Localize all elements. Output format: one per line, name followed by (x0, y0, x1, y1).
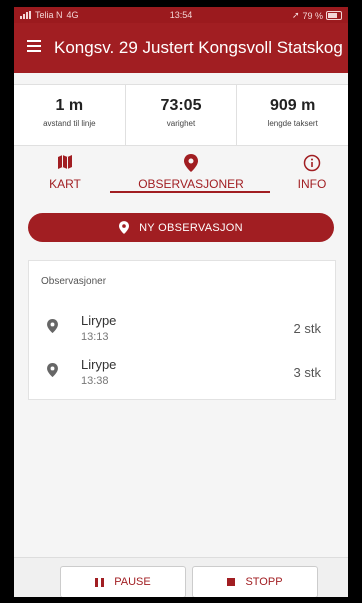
location-arrow-icon: ➚ (291, 10, 300, 20)
battery-percent: 79 % (302, 10, 323, 21)
stat-length-value: 909 m (269, 97, 316, 114)
app-screen: Telia N 4G 13:54 ➚ 79 % Kongsv. 29 Juste… (14, 7, 348, 597)
map-icon (39, 154, 91, 172)
observations-card: Observasjoner Lirype 13:13 2 stk Lirype … (28, 260, 336, 400)
tab-info-label: INFO (297, 177, 327, 191)
bottom-action-bar: PAUSE STOPP (14, 557, 348, 597)
battery-icon (326, 11, 342, 20)
pause-icon (95, 577, 105, 587)
stat-distance-label: avstand til linje (43, 119, 96, 128)
tab-kart[interactable]: KART (39, 149, 91, 197)
observation-count: 3 stk (293, 365, 321, 380)
stat-duration: 73:05 varighet (126, 85, 238, 145)
location-pin-icon (112, 154, 270, 172)
info-icon (288, 154, 336, 172)
stop-button[interactable]: STOPP (192, 566, 318, 597)
pause-label: PAUSE (114, 576, 151, 588)
observation-time: 13:38 (81, 375, 109, 387)
observation-count: 2 stk (293, 321, 321, 336)
pause-button[interactable]: PAUSE (60, 566, 186, 597)
status-right: ➚ 79 % (292, 10, 342, 21)
observations-header: Observasjoner (41, 276, 107, 287)
app-bar: Kongsv. 29 Justert Kongsvoll Statskog (14, 23, 348, 73)
observation-time: 13:13 (81, 331, 109, 343)
hamburger-menu-icon[interactable] (27, 40, 41, 52)
page-title: Kongsv. 29 Justert Kongsvoll Statskog (54, 38, 343, 57)
observation-species: Lirype (81, 357, 117, 372)
battery-fill (328, 13, 337, 18)
stat-duration-label: varighet (166, 119, 196, 128)
stat-distance-value: 1 m (55, 97, 84, 114)
observation-species: Lirype (81, 313, 117, 328)
new-observation-button[interactable]: NY OBSERVASJON (28, 213, 334, 242)
stat-distance: 1 m avstand til linje (14, 85, 126, 145)
tab-info[interactable]: INFO (288, 149, 336, 197)
active-tab-indicator (110, 191, 270, 193)
stop-label: STOPP (245, 576, 283, 588)
stop-icon (227, 578, 236, 586)
observation-row[interactable]: Lirype 13:38 3 stk (29, 353, 335, 393)
location-pin-icon (47, 363, 58, 382)
stat-duration-value: 73:05 (160, 97, 202, 114)
stat-length: 909 m lengde taksert (237, 85, 348, 145)
new-observation-label: NY OBSERVASJON (139, 221, 243, 234)
tab-kart-label: KART (49, 177, 81, 191)
observation-row[interactable]: Lirype 13:13 2 stk (29, 309, 335, 349)
stats-panel: 1 m avstand til linje 73:05 varighet 909… (14, 84, 348, 146)
location-pin-icon (119, 221, 130, 234)
stat-length-label: lengde taksert (267, 119, 318, 128)
tab-observasjoner-label: OBSERVASJONER (138, 177, 244, 191)
tab-observasjoner[interactable]: OBSERVASJONER (112, 149, 270, 197)
status-bar: Telia N 4G 13:54 ➚ 79 % (14, 7, 348, 23)
location-pin-icon (47, 319, 58, 338)
